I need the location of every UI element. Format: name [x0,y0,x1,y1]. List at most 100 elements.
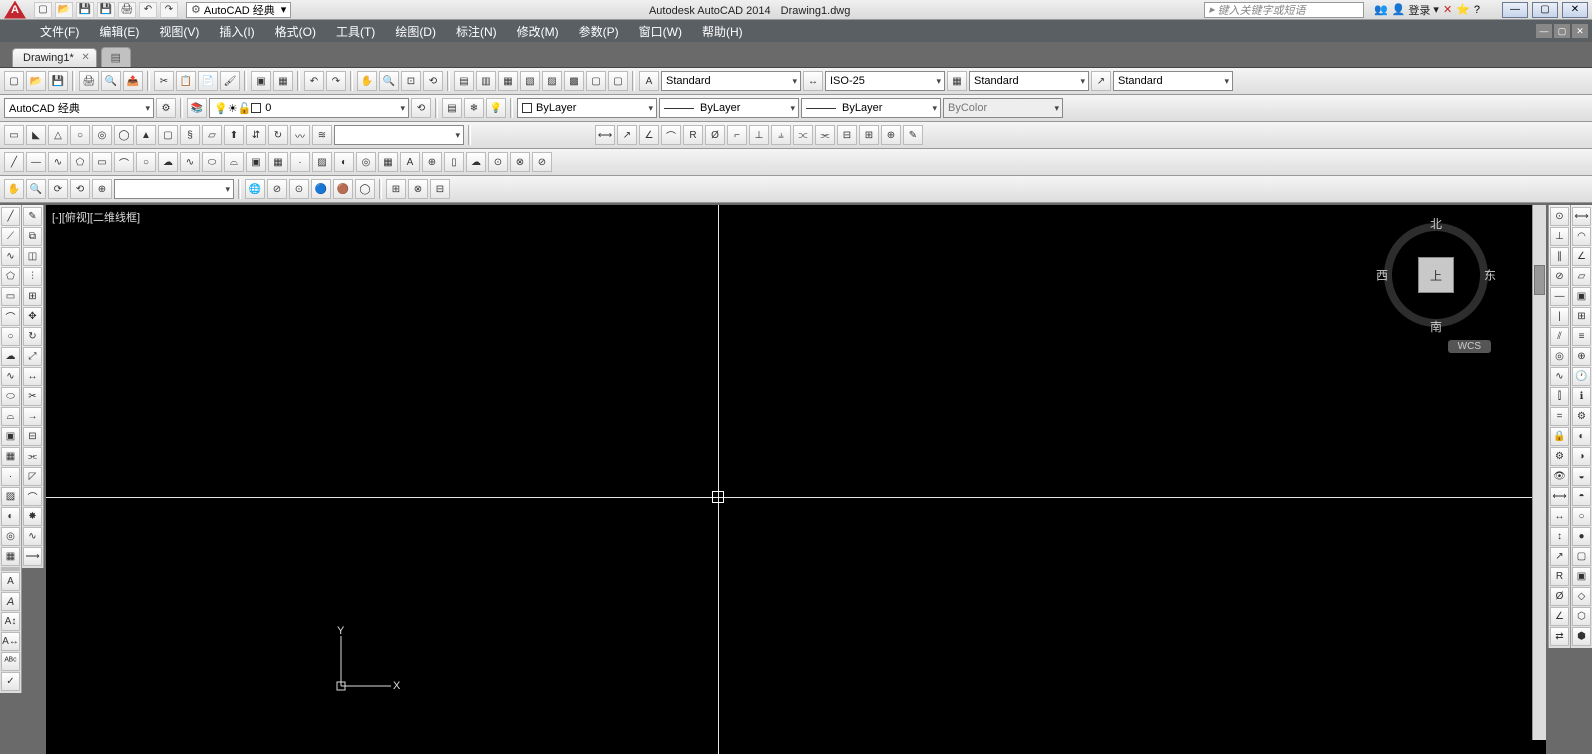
clean-icon[interactable]: ▢ [608,71,628,91]
array-icon[interactable]: ⊞ [23,287,42,306]
scaletext-icon[interactable]: A↕ [1,612,20,631]
mleader-icon[interactable]: ↗ [1091,71,1111,91]
arc-icon[interactable]: ⌒ [114,152,134,172]
copy2-icon[interactable]: ⧉ [23,227,42,246]
workspace-dropdown[interactable]: ⚙ AutoCAD 经典 ▾ [186,2,291,18]
layer-prev-icon[interactable]: ⟲ [411,98,431,118]
menu-edit[interactable]: 编辑(E) [89,20,149,43]
namedview-dropdown[interactable] [114,179,234,199]
id-icon[interactable]: ⊕ [1572,347,1591,366]
viewhidden-icon[interactable]: ⊙ [289,179,309,199]
construction-line-icon[interactable]: ⟋ [1,227,20,246]
dim-space-icon[interactable]: ⫘ [815,125,835,145]
polygon2-icon[interactable]: ⬠ [1,267,20,286]
sweep-icon[interactable]: 〰 [290,125,310,145]
volume-icon[interactable]: ▣ [1572,287,1591,306]
steeringwheel-icon[interactable]: ⊕ [92,179,112,199]
blockdef-icon[interactable]: ▣ [251,71,271,91]
viewcube-west[interactable]: 西 [1376,267,1388,284]
explode-icon[interactable]: ✸ [23,507,42,526]
dimstyle-icon[interactable]: ↔ [803,71,823,91]
dimdia-icon[interactable]: Ø [1550,587,1569,606]
viewcube-north[interactable]: 北 [1430,215,1442,232]
scale-icon[interactable]: ⤢ [23,347,42,366]
help-icon[interactable]: ? [1474,4,1480,16]
scrollbar-vertical[interactable] [1532,205,1546,740]
pan2-icon[interactable]: ✋ [4,179,24,199]
ucsface-icon[interactable]: ⊟ [430,179,450,199]
exchange-icon[interactable]: ✕ [1443,3,1452,16]
spline2-icon[interactable]: ∿ [180,152,200,172]
colinear-icon[interactable]: ⫽ [1550,327,1569,346]
zoom-win-icon[interactable]: ⊡ [401,71,421,91]
undo-icon[interactable]: ↶ [139,2,157,18]
viewcube-south[interactable]: 南 [1430,318,1442,335]
fix-icon[interactable]: 🔒 [1550,427,1569,446]
mtext2-icon[interactable]: A [1,572,20,591]
dimhorz-icon[interactable]: ↔ [1550,507,1569,526]
erase-icon[interactable]: ✎ [23,207,42,226]
undo2-icon[interactable]: ↶ [304,71,324,91]
torus-icon[interactable]: ◯ [114,125,134,145]
ellipse-icon[interactable]: ⬭ [202,152,222,172]
viewxray-icon[interactable]: ◯ [355,179,375,199]
viewport-label[interactable]: [-][俯视][二维线框] [52,209,140,225]
solidhistory-dropdown[interactable] [334,125,464,145]
menu-parametric[interactable]: 参数(P) [569,20,629,43]
sphere-icon[interactable]: ○ [70,125,90,145]
preview-icon[interactable]: 🔍 [101,71,121,91]
sheetset-icon[interactable]: ▧ [520,71,540,91]
ucsprev-icon[interactable]: ⊗ [408,179,428,199]
ucsworld-icon[interactable]: ⊞ [386,179,406,199]
menu-window[interactable]: 窗口(W) [629,20,692,43]
print-icon[interactable]: 🖨 [118,2,136,18]
open-icon[interactable]: 📂 [55,2,73,18]
document-tab-active[interactable]: Drawing1* ✕ [12,48,97,67]
helix-icon[interactable]: § [180,125,200,145]
tablestyle-icon[interactable]: ▦ [947,71,967,91]
layeriso-icon[interactable]: ▤ [442,98,462,118]
autoconstrain-icon[interactable]: ⚙ [1550,447,1569,466]
tangent-icon[interactable]: ⊘ [1550,267,1569,286]
menu-format[interactable]: 格式(O) [265,20,326,43]
layerfrz-icon[interactable]: ❄ [464,98,484,118]
horizontal-icon[interactable]: — [1550,287,1569,306]
smooth-icon[interactable]: ∿ [1550,367,1569,386]
signin-icon[interactable]: 👥 [1374,3,1388,16]
inq-i-icon[interactable]: ◇ [1572,587,1591,606]
centermark-icon[interactable]: ⊕ [881,125,901,145]
ellipse-arc-icon[interactable]: ⌓ [1,407,20,426]
insert2-icon[interactable]: ▣ [246,152,266,172]
addsel-icon[interactable]: ⊕ [422,152,442,172]
inq-c-icon[interactable]: ◒ [1572,467,1591,486]
menu-file[interactable]: 文件(F) [30,20,89,43]
viewcube[interactable]: 北 南 西 东 上 [1376,215,1496,335]
paste-icon[interactable]: 📄 [198,71,218,91]
new-tab-button[interactable]: ▤ [101,47,131,67]
markup-icon[interactable]: ▨ [542,71,562,91]
polysolid-icon[interactable]: ▢ [158,125,178,145]
viewconcept-icon[interactable]: ⊘ [267,179,287,199]
menu-draw[interactable]: 绘图(D) [385,20,446,43]
pedit-icon[interactable]: ∿ [23,527,42,546]
inq-a-icon[interactable]: ◐ [1572,427,1591,446]
redo-icon[interactable]: ↷ [160,2,178,18]
inq-j-icon[interactable]: ⬡ [1572,607,1591,626]
chamfer-icon[interactable]: ◸ [23,467,42,486]
massprop-icon[interactable]: ⊞ [1572,307,1591,326]
insert-block-icon[interactable]: ▣ [1,427,20,446]
dim-linear-icon[interactable]: ⟷ [595,125,615,145]
viewshade-icon[interactable]: 🔵 [311,179,331,199]
rectangle-icon[interactable]: ▭ [1,287,20,306]
vertical-icon[interactable]: | [1550,307,1569,326]
app-logo[interactable]: A [4,1,26,19]
wedge-icon[interactable]: ◣ [26,125,46,145]
fillet-icon[interactable]: ⌒ [23,487,42,506]
findtext-icon[interactable]: ᴬᴮᶜ [1,652,20,671]
move-icon[interactable]: ✥ [23,307,42,326]
revcloud2-icon[interactable]: ☁ [466,152,486,172]
plot-icon[interactable]: 🖨 [79,71,99,91]
inq-k-icon[interactable]: ⬢ [1572,627,1591,646]
rotate-icon[interactable]: ↻ [23,327,42,346]
ellipsearc-icon[interactable]: ⌓ [224,152,244,172]
